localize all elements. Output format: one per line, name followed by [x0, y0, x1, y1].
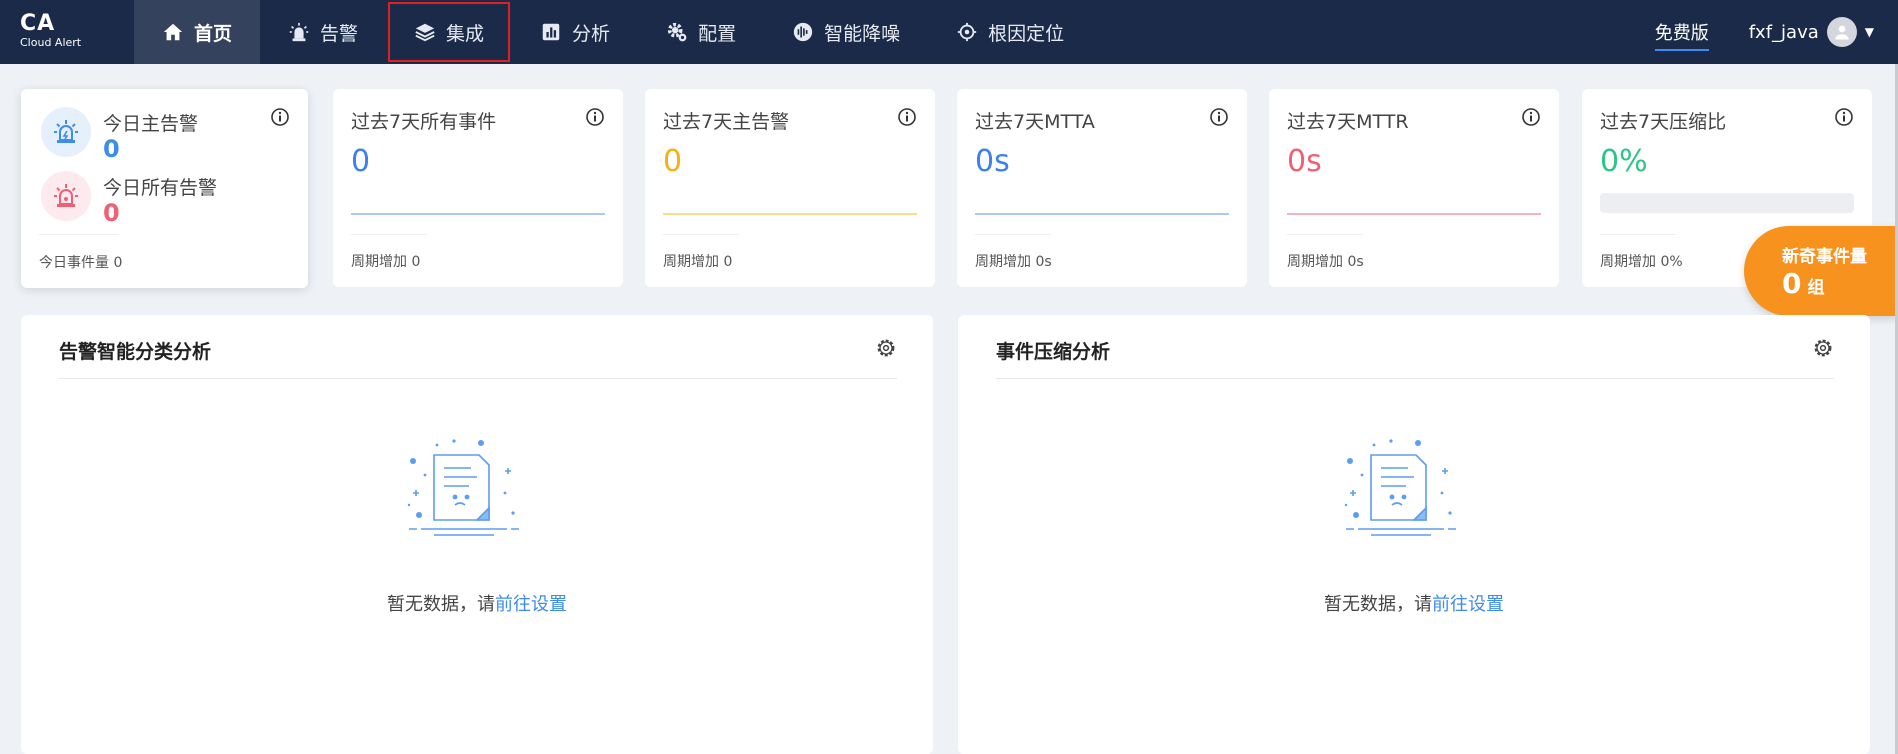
- nav-item-analysis[interactable]: 分析: [512, 0, 638, 64]
- progress-bar: [1600, 193, 1854, 213]
- nav-item-noise-reduction[interactable]: 智能降噪: [764, 0, 928, 64]
- target-icon: [956, 21, 978, 43]
- stat-card-main-alarms: 过去7天主告警 0 周期增加 0: [645, 89, 935, 287]
- info-icon[interactable]: [1521, 107, 1541, 127]
- alarm-icon: [288, 21, 310, 43]
- stat-title: 过去7天主告警: [663, 111, 790, 133]
- username: fxf_java: [1748, 21, 1819, 43]
- go-to-settings-link[interactable]: 前往设置: [1432, 594, 1504, 615]
- noise-icon: [792, 21, 814, 43]
- stat-footer: 周期增加 0%: [1600, 254, 1683, 270]
- top-navbar: CA Cloud Alert 首页 告警 集成 分析 配置 智能降噪 根因定位 …: [0, 0, 1898, 64]
- badge-title: 新奇事件量: [1782, 247, 1867, 267]
- nav-label: 首页: [194, 22, 233, 45]
- header-right: 免费版 fxf_java ▼: [1654, 0, 1898, 64]
- logo-subtitle: Cloud Alert: [20, 36, 82, 49]
- trend-line: [1287, 213, 1541, 215]
- empty-message: 暂无数据，请前往设置: [21, 590, 933, 616]
- all-alarm-icon: [41, 171, 91, 221]
- trend-line: [975, 213, 1229, 215]
- stat-title: 过去7天MTTR: [1287, 111, 1409, 133]
- go-to-settings-link[interactable]: 前往设置: [495, 594, 567, 615]
- stat-title: 过去7天压缩比: [1600, 111, 1727, 133]
- plan-link[interactable]: 免费版: [1654, 19, 1709, 51]
- today-event-count: 今日事件量 0: [39, 255, 123, 271]
- divider: [1600, 234, 1676, 235]
- nav-label: 集成: [446, 22, 485, 45]
- divider: [996, 378, 1834, 379]
- stat-footer: 周期增加 0s: [975, 254, 1052, 270]
- today-all-alarm: 今日所有告警 0: [41, 171, 288, 235]
- badge-value: 0: [1782, 267, 1802, 300]
- stat-footer: 周期增加 0: [663, 254, 733, 270]
- chart-icon: [540, 21, 562, 43]
- divider: [663, 234, 739, 235]
- empty-text: 暂无数据，请: [1324, 594, 1432, 615]
- divider: [59, 378, 897, 379]
- stat-title: 过去7天MTTA: [975, 111, 1095, 133]
- stat-card-events: 过去7天所有事件 0 周期增加 0: [333, 89, 623, 287]
- nav-label: 配置: [698, 22, 737, 45]
- stat-footer: 周期增加 0: [351, 254, 421, 270]
- panel-title: 事件压缩分析: [996, 341, 1111, 363]
- empty-message: 暂无数据，请前往设置: [958, 590, 1870, 616]
- stat-value: 0%: [1600, 144, 1648, 179]
- today-main-alarm-label: 今日主告警: [103, 113, 199, 135]
- today-main-alarm-value: 0: [103, 135, 120, 163]
- novel-events-badge[interactable]: 新奇事件量 0组: [1744, 226, 1898, 316]
- nav-item-home[interactable]: 首页: [134, 0, 261, 64]
- divider: [975, 234, 1051, 235]
- nav-label: 告警: [320, 22, 359, 45]
- logo-title: CA: [20, 11, 56, 36]
- nav-label: 智能降噪: [824, 22, 901, 45]
- nav-label: 分析: [572, 22, 611, 45]
- info-icon[interactable]: [270, 107, 290, 127]
- divider: [1287, 234, 1363, 235]
- today-all-alarm-label: 今日所有告警: [103, 177, 218, 199]
- gear-icon: [666, 21, 688, 43]
- divider: [39, 234, 119, 235]
- stat-value: 0: [663, 144, 683, 179]
- stat-value: 0: [351, 144, 371, 179]
- trend-line: [663, 213, 917, 215]
- info-icon[interactable]: [1834, 107, 1854, 127]
- nav-item-config[interactable]: 配置: [638, 0, 764, 64]
- stat-card-mtta: 过去7天MTTA 0s 周期增加 0s: [957, 89, 1247, 287]
- today-all-alarm-value: 0: [103, 199, 120, 227]
- logo[interactable]: CA Cloud Alert: [0, 0, 134, 64]
- nav-item-alarm[interactable]: 告警: [260, 0, 386, 64]
- alarm-classification-panel: 告警智能分类分析 暂无数据，请前往设置: [21, 315, 933, 754]
- info-icon[interactable]: [1209, 107, 1229, 127]
- stat-card-mttr: 过去7天MTTR 0s 周期增加 0s: [1269, 89, 1559, 287]
- layers-icon: [414, 21, 436, 43]
- info-icon[interactable]: [897, 107, 917, 127]
- empty-data-illustration: [407, 439, 519, 536]
- nav-label: 根因定位: [988, 22, 1065, 45]
- avatar: [1826, 17, 1857, 47]
- event-compression-panel: 事件压缩分析 暂无数据，请前往设置: [958, 315, 1870, 754]
- stat-footer: 周期增加 0s: [1287, 254, 1364, 270]
- info-icon[interactable]: [585, 107, 605, 127]
- home-icon: [162, 21, 184, 43]
- badge-unit: 组: [1807, 278, 1825, 298]
- chevron-down-icon: ▼: [1864, 25, 1874, 39]
- nav-item-root-cause[interactable]: 根因定位: [928, 0, 1092, 64]
- settings-gear-icon[interactable]: [875, 337, 897, 359]
- user-menu[interactable]: fxf_java ▼: [1749, 17, 1874, 47]
- nav-item-integration[interactable]: 集成: [386, 0, 512, 64]
- main-nav: 首页 告警 集成 分析 配置 智能降噪 根因定位: [134, 0, 1092, 64]
- today-alarm-card: 今日主告警 0 今日所有告警 0 今日事件量 0: [21, 89, 308, 288]
- divider: [351, 234, 427, 235]
- main-alarm-icon: [41, 107, 91, 157]
- settings-gear-icon[interactable]: [1812, 337, 1834, 359]
- today-main-alarm: 今日主告警 0: [41, 107, 288, 171]
- panel-title: 告警智能分类分析: [59, 341, 212, 363]
- empty-text: 暂无数据，请: [387, 594, 495, 615]
- empty-data-illustration: [1344, 439, 1456, 536]
- stat-value: 0s: [1287, 144, 1322, 179]
- stat-value: 0s: [975, 144, 1010, 179]
- trend-line: [351, 213, 605, 215]
- stat-title: 过去7天所有事件: [351, 111, 497, 133]
